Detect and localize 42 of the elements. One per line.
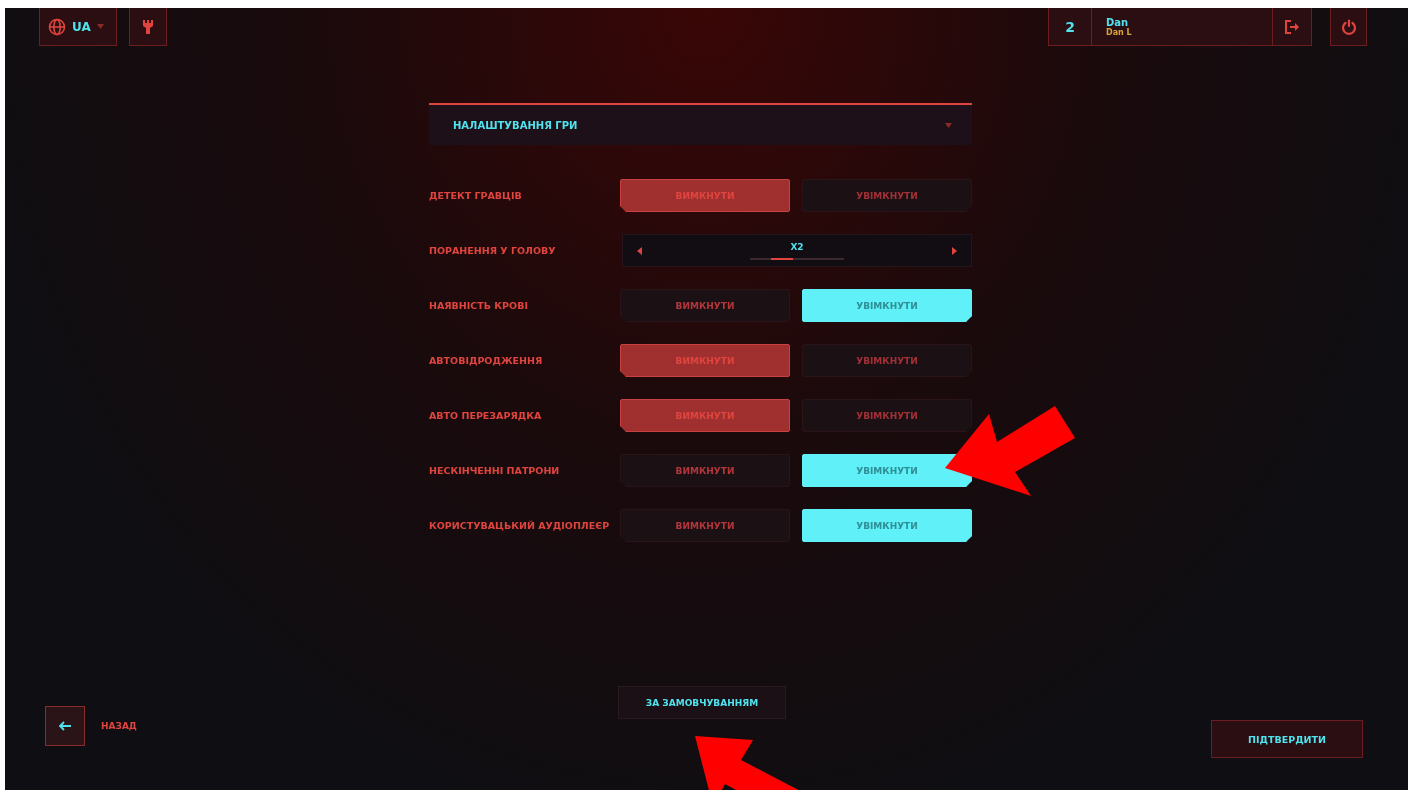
stepper-value: X2	[790, 241, 804, 252]
logout-button[interactable]	[1272, 8, 1312, 46]
power-button[interactable]	[1330, 8, 1367, 46]
toggle-option[interactable]: ВИМКНУТИ	[620, 454, 790, 487]
tool-icon	[142, 18, 154, 35]
toggle-option[interactable]: УВІМКНУТИ	[802, 344, 972, 377]
power-icon	[1340, 18, 1357, 35]
default-button[interactable]: ЗА ЗАМОВЧУВАННЯМ	[618, 686, 786, 719]
setting-label: НЕСКІНЧЕННІ ПАТРОНИ	[429, 465, 561, 476]
player-count: 2	[1048, 8, 1092, 46]
toggle-option[interactable]: ВИМКНУТИ	[620, 344, 790, 377]
setting-label: КОРИСТУВАЦЬКИЙ АУДІОПЛЕЄР	[429, 520, 611, 531]
setting-label: ПОРАНЕННЯ У ГОЛОВУ	[429, 245, 557, 256]
right-arrow-icon[interactable]	[952, 246, 957, 255]
toggle-option[interactable]: ВИМКНУТИ	[620, 289, 790, 322]
language-code: UA	[72, 19, 91, 34]
setting-label: ДЕТЕКТ ГРАВЦІВ	[429, 190, 523, 201]
toggle-option[interactable]: УВІМКНУТИ	[802, 179, 972, 212]
caret-icon	[945, 122, 952, 128]
confirm-button[interactable]: ПІДТВЕРДИТИ	[1211, 720, 1363, 758]
back-button[interactable]	[45, 706, 85, 746]
logout-icon	[1284, 18, 1300, 35]
back-label: НАЗАД	[101, 721, 137, 731]
setting-label: АВТОВІДРОДЖЕННЯ	[429, 355, 544, 366]
toggle-option[interactable]: УВІМКНУТИ	[802, 289, 972, 322]
toggle-option[interactable]: ВИМКНУТИ	[620, 399, 790, 432]
toggle-option[interactable]: УВІМКНУТИ	[802, 454, 972, 487]
back-arrow-icon	[59, 721, 71, 731]
toggle-option[interactable]: ВИМКНУТИ	[620, 179, 790, 212]
setting-label: АВТО ПЕРЕЗАРЯДКА	[429, 410, 543, 421]
setting-label: НАЯВНІСТЬ КРОВІ	[429, 300, 529, 311]
tool-button[interactable]	[129, 8, 167, 46]
language-selector[interactable]: UA	[39, 8, 117, 46]
caret-icon	[96, 24, 104, 29]
toggle-option[interactable]: УВІМКНУТИ	[802, 399, 972, 432]
globe-icon	[48, 17, 66, 36]
user-name: Dan	[1106, 16, 1130, 28]
toggle-option[interactable]: ВИМКНУТИ	[620, 509, 790, 542]
section-header[interactable]: НАЛАШТУВАННЯ ГРИ	[429, 103, 972, 145]
left-arrow-icon[interactable]	[637, 246, 642, 255]
user-subtitle: Dan L	[1106, 27, 1133, 37]
toggle-option[interactable]: УВІМКНУТИ	[802, 509, 972, 542]
